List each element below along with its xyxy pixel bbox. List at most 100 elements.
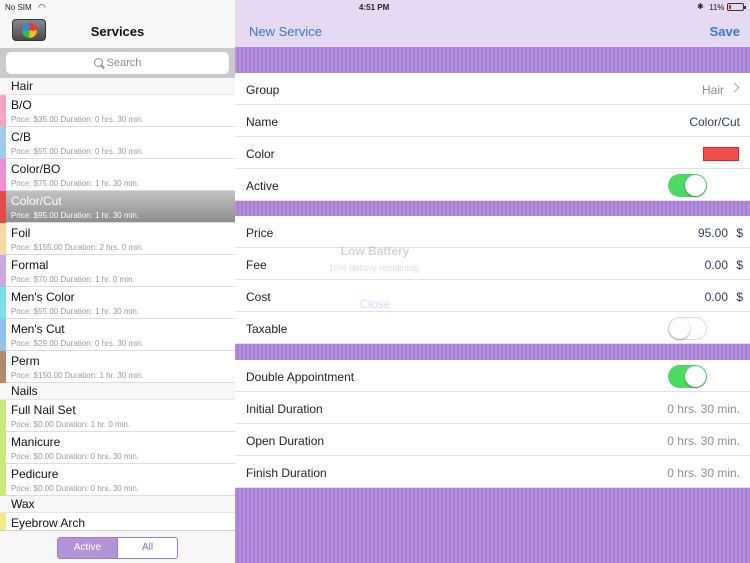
- service-name: Color/Cut: [11, 194, 62, 208]
- finish-duration-label: Finish Duration: [246, 466, 327, 480]
- open-duration-row[interactable]: Open Duration 0 hrs. 30 min.: [235, 424, 750, 456]
- price-row[interactable]: Price 95.00 $: [235, 216, 750, 248]
- service-row[interactable]: Color/Cut Price: $95.00 Duration: 1 hr. 3…: [0, 191, 235, 223]
- carrier-label: No SIM: [5, 3, 32, 12]
- cost-row[interactable]: Cost 0.00 $: [235, 280, 750, 312]
- service-row[interactable]: C/B Price: $55.00 Duration: 0 hrs. 30 min…: [0, 127, 235, 159]
- search-input[interactable]: Search: [6, 52, 229, 74]
- double-appointment-label: Double Appointment: [246, 370, 355, 384]
- fee-row[interactable]: Fee 0.00 $: [235, 248, 750, 280]
- new-service-button[interactable]: New Service: [249, 24, 322, 39]
- group-row[interactable]: Group Hair: [235, 73, 750, 105]
- double-appointment-toggle[interactable]: [668, 365, 707, 388]
- service-name: B/O: [11, 98, 32, 112]
- service-row[interactable]: Manicure Price: $0.00 Duration: 0 hrs. 30…: [0, 432, 235, 464]
- service-row[interactable]: Full Nail Set Price: $0.00 Duration: 1 hr…: [0, 400, 235, 432]
- service-color-swatch: [0, 513, 6, 530]
- service-name: Manicure: [11, 435, 61, 449]
- search-bar: Search: [0, 48, 235, 78]
- name-row[interactable]: Name Color/Cut: [235, 105, 750, 137]
- color-label: Color: [246, 147, 275, 161]
- price-value[interactable]: 95.00: [698, 226, 728, 240]
- initial-duration-value: 0 hrs. 30 min.: [667, 402, 740, 416]
- service-detail: Price: $0.00 Duration: 0 hrs. 30 min.: [11, 484, 140, 493]
- toggle-knob: [685, 366, 706, 387]
- service-detail: Price: $70.00 Duration: 1 hr. 0 min.: [11, 275, 135, 284]
- wifi-icon: ◠: [38, 2, 46, 12]
- initial-duration-row[interactable]: Initial Duration 0 hrs. 30 min.: [235, 392, 750, 424]
- fee-value[interactable]: 0.00: [705, 258, 728, 272]
- section-header: Hair: [0, 78, 235, 95]
- service-row[interactable]: Foil Price: $155.00 Duration: 2 hrs. 0 mi…: [0, 223, 235, 255]
- save-button[interactable]: Save: [710, 24, 740, 39]
- section-separator: [235, 344, 750, 360]
- segment-all[interactable]: All: [117, 538, 177, 558]
- active-row: Active: [235, 169, 750, 201]
- double-appointment-row: Double Appointment: [235, 360, 750, 392]
- toggle-knob: [685, 175, 706, 196]
- service-color-swatch: [0, 255, 6, 287]
- battery-percent: 11%: [709, 3, 725, 12]
- service-detail: Price: $75.00 Duration: 1 hr. 30 min.: [11, 179, 140, 188]
- section-separator: [235, 201, 750, 216]
- section-header: Wax: [0, 496, 235, 513]
- name-value[interactable]: Color/Cut: [689, 115, 740, 129]
- filter-segment: Active All: [57, 537, 178, 559]
- service-row[interactable]: Perm Price: $150.00 Duration: 1 hr. 30 mi…: [0, 351, 235, 383]
- service-detail: Price: $55.00 Duration: 0 hrs. 30 min.: [11, 147, 144, 156]
- fee-currency: $: [736, 258, 743, 272]
- color-row[interactable]: Color: [235, 137, 750, 169]
- section-header: Nails: [0, 383, 235, 400]
- service-row[interactable]: Men's Cut Price: $29.00 Duration: 0 hrs. …: [0, 319, 235, 351]
- service-row[interactable]: Pedicure Price: $0.00 Duration: 0 hrs. 30…: [0, 464, 235, 496]
- service-row[interactable]: Eyebrow Arch: [0, 513, 235, 530]
- taxable-row: Taxable: [235, 312, 750, 344]
- chevron-right-icon: [729, 82, 740, 93]
- service-color-swatch: [0, 95, 6, 127]
- status-bar: No SIM ◠ 4:51 PM ✱ 11%: [0, 0, 750, 14]
- service-name: Foil: [11, 226, 31, 240]
- service-detail: Price: $0.00 Duration: 0 hrs. 30 min.: [11, 452, 140, 461]
- service-name: C/B: [11, 130, 32, 144]
- service-name: Full Nail Set: [11, 403, 76, 417]
- service-color-swatch: [0, 319, 6, 351]
- service-name: Pedicure: [11, 467, 59, 481]
- service-row[interactable]: Color/BO Price: $75.00 Duration: 1 hr. 30…: [0, 159, 235, 191]
- search-icon: [93, 58, 103, 67]
- group-value: Hair: [701, 83, 724, 97]
- service-name: Color/BO: [11, 162, 61, 176]
- taxable-label: Taxable: [246, 322, 288, 336]
- price-label: Price: [246, 226, 274, 240]
- service-color-swatch: [0, 159, 6, 191]
- cost-label: Cost: [246, 290, 271, 304]
- service-row[interactable]: Men's Color Price: $55.00 Duration: 1 hr.…: [0, 287, 235, 319]
- cost-value[interactable]: 0.00: [705, 290, 728, 304]
- service-color-swatch: [0, 400, 6, 432]
- initial-duration-label: Initial Duration: [246, 402, 323, 416]
- active-toggle[interactable]: [668, 174, 707, 197]
- price-currency: $: [736, 226, 743, 240]
- service-row[interactable]: B/O Price: $35.00 Duration: 0 hrs. 30 min…: [0, 95, 235, 127]
- open-duration-value: 0 hrs. 30 min.: [667, 434, 740, 448]
- segment-active[interactable]: Active: [58, 538, 117, 558]
- name-label: Name: [246, 115, 279, 129]
- service-color-swatch: [0, 287, 6, 319]
- service-name: Eyebrow Arch: [11, 516, 86, 530]
- finish-duration-row[interactable]: Finish Duration 0 hrs. 30 min.: [235, 456, 750, 488]
- services-pane: Services Search Hair B/O Price: $35.00 Dur…: [0, 0, 235, 563]
- bluetooth-icon: ✱: [697, 2, 704, 11]
- battery-icon: [727, 3, 746, 11]
- finish-duration-value: 0 hrs. 30 min.: [667, 466, 740, 480]
- service-detail: Price: $35.00 Duration: 0 hrs. 30 min.: [11, 115, 144, 124]
- service-name: Formal: [11, 258, 49, 272]
- service-color-swatch: [0, 223, 6, 255]
- open-duration-label: Open Duration: [246, 434, 325, 448]
- section-separator: [235, 47, 750, 73]
- bottom-fill: [235, 488, 750, 563]
- toggle-knob: [669, 318, 690, 339]
- clock: 4:51 PM: [359, 3, 390, 12]
- service-row[interactable]: Formal Price: $70.00 Duration: 1 hr. 0 mi…: [0, 255, 235, 287]
- active-label: Active: [246, 179, 279, 193]
- taxable-toggle[interactable]: [668, 317, 707, 340]
- color-swatch[interactable]: [703, 147, 739, 161]
